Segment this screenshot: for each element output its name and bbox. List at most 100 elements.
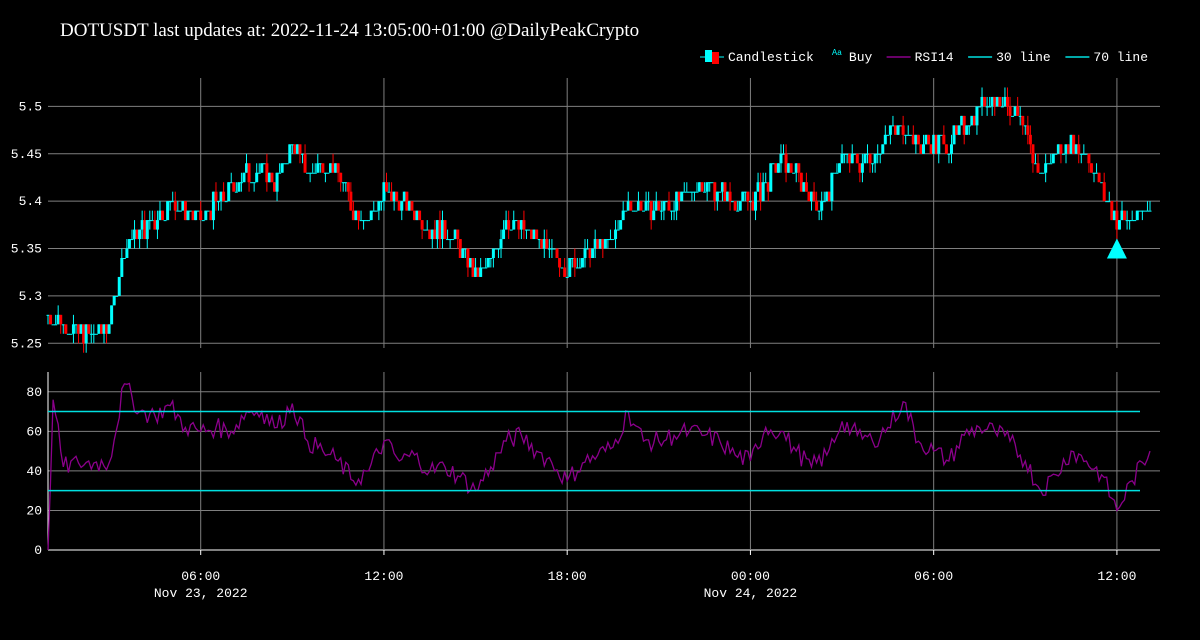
candle-body bbox=[733, 201, 737, 211]
candle-body bbox=[942, 134, 946, 145]
candle-body bbox=[949, 144, 953, 154]
candle-body bbox=[1031, 144, 1035, 164]
candle-body bbox=[644, 201, 648, 211]
candle-body bbox=[161, 210, 165, 221]
candle-body bbox=[1117, 220, 1121, 230]
candle-body bbox=[410, 201, 414, 211]
candle-body bbox=[639, 201, 643, 211]
legend-label: Candlestick bbox=[728, 50, 814, 65]
candle-body bbox=[479, 267, 483, 277]
rsi-line bbox=[47, 382, 1151, 551]
candle-body bbox=[792, 172, 796, 174]
candle-body bbox=[565, 276, 569, 278]
candle-body bbox=[1148, 210, 1152, 212]
candle-body bbox=[769, 163, 773, 192]
candle-body bbox=[672, 210, 676, 212]
candle-body bbox=[110, 305, 114, 325]
candle-body bbox=[163, 220, 167, 222]
candle-body bbox=[1051, 153, 1055, 164]
candle-body bbox=[242, 172, 246, 183]
candle-body bbox=[738, 201, 742, 211]
candle-body bbox=[634, 210, 638, 212]
x-tick-label: 12:00 bbox=[1097, 569, 1136, 584]
candle-body bbox=[886, 134, 890, 136]
candle-body bbox=[356, 210, 360, 221]
candle-body bbox=[1044, 163, 1048, 173]
candle-body bbox=[888, 125, 892, 135]
candle-body bbox=[69, 333, 73, 335]
candle-body bbox=[728, 191, 732, 202]
candle-body bbox=[850, 153, 854, 164]
candle-body bbox=[667, 201, 671, 211]
candle-body bbox=[1077, 144, 1081, 154]
rsi-y-ticks: 0 20 40 60 80 bbox=[26, 385, 42, 558]
rsi-grid bbox=[47, 372, 1160, 551]
price-y-tick-label: 5.45 bbox=[11, 147, 42, 162]
candle-body bbox=[201, 220, 205, 222]
candle-body bbox=[642, 210, 646, 212]
candle-body bbox=[921, 144, 925, 154]
candle-body bbox=[237, 182, 241, 192]
x-tick-label: 12:00 bbox=[364, 569, 403, 584]
candle-body bbox=[257, 172, 261, 174]
candle-body bbox=[94, 333, 98, 335]
candle-body bbox=[873, 153, 877, 164]
candle-body bbox=[112, 295, 116, 306]
candle-body bbox=[120, 258, 124, 277]
candle-body bbox=[155, 220, 159, 230]
candle-body bbox=[509, 229, 513, 231]
candle-body bbox=[871, 163, 875, 165]
candle-body bbox=[703, 191, 707, 193]
candle-body bbox=[619, 220, 623, 230]
legend-item-candlestick[interactable]: Candlestick bbox=[700, 50, 814, 65]
candle-body bbox=[122, 258, 126, 259]
candle-body bbox=[204, 210, 208, 221]
candle-body bbox=[107, 324, 111, 334]
candle-body bbox=[863, 153, 867, 164]
legend-item-rsi14[interactable]: RSI14 bbox=[886, 50, 954, 65]
candle-body bbox=[947, 153, 951, 155]
candle-body bbox=[224, 201, 228, 203]
candle-body bbox=[461, 248, 465, 258]
x-tick-label: 06:00 bbox=[914, 569, 953, 584]
candle-body bbox=[443, 220, 447, 240]
rsi-lines bbox=[47, 382, 1151, 551]
candle-body bbox=[965, 125, 969, 135]
candle-body bbox=[838, 163, 842, 173]
candle-body bbox=[138, 229, 142, 240]
candle-body bbox=[568, 258, 572, 277]
candle-body bbox=[957, 125, 961, 135]
candle-body bbox=[491, 248, 495, 258]
legend-item-buy[interactable]: Aa Buy bbox=[832, 48, 873, 65]
candle-body bbox=[1036, 163, 1040, 173]
candle-body bbox=[883, 134, 887, 145]
candle-body bbox=[255, 172, 259, 183]
candle-body bbox=[927, 134, 931, 145]
legend-candle-up bbox=[705, 50, 712, 62]
candle-body bbox=[1061, 153, 1065, 155]
legend[interactable]: Candlestick Aa Buy RSI14 30 line 70 line bbox=[700, 48, 1148, 65]
candle-body bbox=[578, 267, 582, 269]
candle-body bbox=[797, 163, 801, 173]
candle-body bbox=[789, 163, 793, 173]
candle-body bbox=[54, 324, 58, 326]
candle-body bbox=[860, 163, 864, 173]
legend-item-30-line[interactable]: 30 line bbox=[968, 50, 1051, 65]
candle-body bbox=[64, 324, 68, 334]
candle-body bbox=[1049, 163, 1053, 165]
candle-body bbox=[616, 229, 620, 231]
candle-body bbox=[234, 191, 238, 193]
candle-body bbox=[1005, 96, 1009, 107]
candle-body bbox=[275, 172, 279, 192]
candle-body bbox=[125, 248, 129, 258]
candle-body bbox=[603, 239, 607, 249]
candle-body bbox=[580, 258, 584, 268]
candle-body bbox=[199, 210, 203, 221]
candle-body bbox=[278, 172, 282, 174]
rsi-y-tick-label: 0 bbox=[34, 543, 42, 558]
legend-label: RSI14 bbox=[915, 50, 954, 65]
candle-body bbox=[1102, 182, 1106, 202]
candle-body bbox=[715, 191, 719, 202]
legend-item-70-line[interactable]: 70 line bbox=[1065, 50, 1148, 65]
candle-body bbox=[280, 163, 284, 173]
